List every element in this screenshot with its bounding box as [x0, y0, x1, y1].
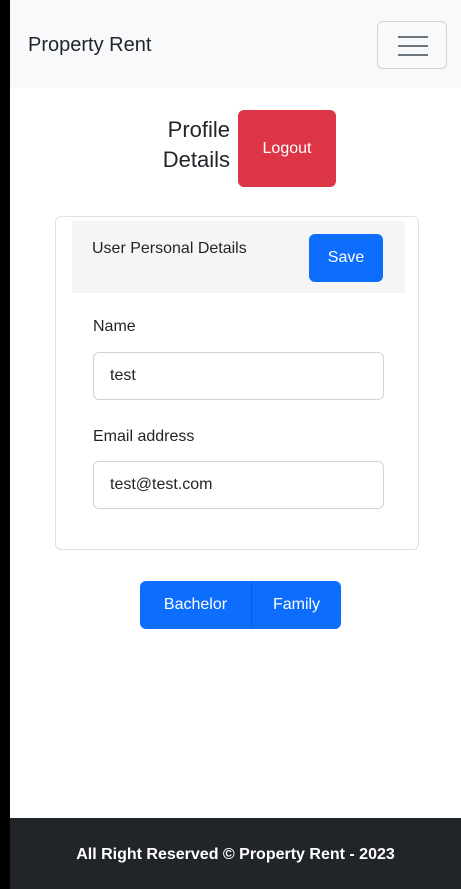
card-header: User Personal Details Save	[72, 221, 405, 293]
page-title: Profile Details	[140, 115, 230, 175]
navbar-brand[interactable]: Property Rent	[28, 34, 151, 57]
name-label: Name	[93, 318, 136, 335]
email-input[interactable]	[93, 461, 384, 509]
window-left-edge	[0, 0, 10, 889]
property-type-button-group: Bachelor Family	[140, 581, 341, 629]
email-label: Email address	[93, 428, 195, 445]
family-button[interactable]: Family	[251, 581, 341, 629]
logout-button[interactable]: Logout	[238, 110, 336, 187]
navbar-toggler-button[interactable]	[377, 21, 447, 69]
name-input[interactable]	[93, 352, 384, 400]
page: Property Rent Profile Details Logout Use…	[10, 0, 461, 889]
footer: All Right Reserved © Property Rent - 202…	[10, 818, 461, 889]
save-button[interactable]: Save	[309, 234, 383, 282]
page-title-line2: Details	[162, 147, 230, 172]
page-title-line1: Profile	[167, 117, 230, 142]
personal-details-card: User Personal Details Save Name Email ad…	[55, 216, 419, 550]
bachelor-button[interactable]: Bachelor	[140, 581, 251, 629]
footer-text: All Right Reserved © Property Rent - 202…	[76, 846, 395, 863]
navbar: Property Rent	[10, 0, 461, 88]
card-header-title: User Personal Details	[92, 240, 247, 257]
